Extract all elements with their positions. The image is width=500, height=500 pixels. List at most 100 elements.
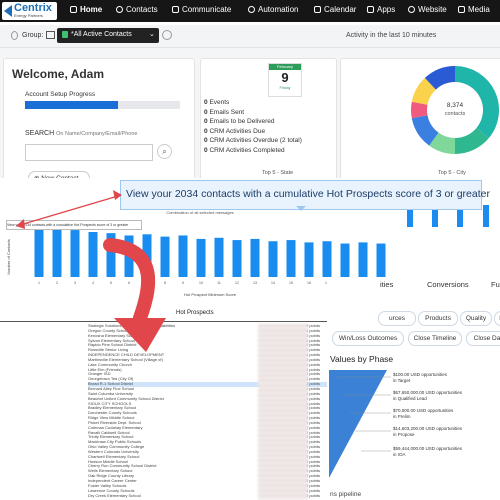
phase-label[interactable]: $14,603,200.00 USD opportunities in Propo… — [393, 426, 462, 437]
calendar-widget: February 9 Friday — [268, 63, 302, 97]
x-tick-label: 4 — [92, 281, 94, 285]
nav-apps[interactable]: Apps — [367, 5, 395, 14]
bar[interactable] — [322, 241, 332, 277]
donut-segment[interactable] — [429, 132, 456, 154]
stat-row[interactable]: 0 CRM Activities Overdue (2 total) — [204, 136, 302, 146]
nav-automation[interactable]: Automation — [248, 5, 298, 14]
globe-icon — [408, 6, 415, 13]
x-tick-label: 12 — [235, 281, 239, 285]
bar[interactable] — [196, 238, 206, 277]
stat-row[interactable]: 0 CRM Activities Completed — [204, 146, 302, 156]
x-axis-label: Hot Prospect Minimum Score — [184, 292, 237, 297]
phase-name: in Propose — [393, 431, 415, 437]
filter-l[interactable]: L — [494, 311, 500, 326]
x-tick-label: 1 — [38, 281, 40, 285]
bar[interactable] — [376, 243, 386, 277]
phase-label[interactable]: $67,650,000.00 USD opportunities in Quali… — [393, 390, 462, 401]
filter-quality[interactable]: Quality — [460, 311, 492, 326]
search-input[interactable] — [25, 144, 153, 161]
nav-calendar-label: Calendar — [324, 5, 357, 14]
bar[interactable] — [214, 237, 224, 277]
donut-segment[interactable] — [454, 127, 489, 154]
donut-count: 8,374 — [447, 102, 464, 109]
nav-media[interactable]: Media — [458, 5, 490, 14]
stat-count: 0 — [204, 99, 208, 106]
group-color-icon — [62, 31, 68, 38]
nav-calendar[interactable]: Calendar — [314, 5, 356, 14]
chevron-down-icon: ⌄ — [149, 31, 155, 38]
activity-text: Activity in the last 10 minutes — [346, 32, 437, 39]
phase-label[interactable]: $100.00 USD opportunities in Target — [393, 372, 447, 383]
bar[interactable] — [232, 240, 242, 277]
bar[interactable] — [160, 236, 170, 277]
filter-products[interactable]: Products — [418, 311, 458, 326]
group-select-value: *All Active Contacts — [71, 31, 132, 38]
logo[interactable]: Centrix Energy Partners — [2, 2, 57, 20]
redacted-column — [258, 324, 308, 500]
nav-media-label: Media — [468, 5, 490, 14]
tab-top5-state[interactable]: Top 5 - State — [262, 170, 293, 176]
gear-icon[interactable] — [162, 30, 172, 40]
bar[interactable] — [268, 241, 278, 277]
search-label: SEARCH On Name/Company/Email/Phone — [25, 130, 137, 137]
bar[interactable] — [286, 240, 296, 277]
nav-website[interactable]: Website — [408, 5, 447, 14]
bar[interactable] — [106, 233, 116, 277]
calendar-weekday: Friday — [279, 85, 291, 90]
phase-label[interactable]: $59,444,000.00 USD opportunities in IOA — [393, 446, 462, 457]
stat-count: 0 — [204, 137, 208, 144]
hot-prospects-report: Hot Prospects Strategic Solutions for De… — [0, 305, 328, 500]
close-date-button[interactable]: Close Da — [466, 331, 500, 346]
bar[interactable] — [88, 232, 98, 277]
phase-title: Values by Phase — [330, 354, 394, 364]
stat-row[interactable]: 0 Emails to be Delivered — [204, 117, 302, 127]
bar[interactable] — [358, 242, 368, 277]
x-tick-label: 10 — [199, 281, 203, 285]
donut-segment[interactable] — [424, 66, 456, 90]
bar[interactable] — [304, 242, 314, 277]
stat-label: Events — [209, 99, 230, 106]
setup-progress-fill — [25, 101, 118, 109]
search-icon[interactable]: ⌕ — [157, 144, 172, 159]
stat-row[interactable]: 0 Events — [204, 98, 302, 108]
donut-segments — [411, 66, 499, 154]
tab-funnel[interactable]: Fu — [491, 280, 500, 289]
nav-home-label: Home — [80, 5, 103, 14]
brand-subtitle: Energy Partners — [14, 13, 43, 18]
phase-amount: $70,000.00 USD opportunities — [393, 408, 454, 413]
tab-activities[interactable]: ities — [380, 280, 393, 289]
contacts-donut-chart[interactable]: 8,374 contacts — [400, 62, 500, 158]
media-icon — [458, 6, 465, 13]
chart-title: Combination of all selected messages — [166, 210, 233, 215]
win-loss-outcomes-button[interactable]: Win/Loss Outcomes — [332, 331, 404, 346]
filter-sources[interactable]: urces — [378, 311, 416, 326]
stat-row[interactable]: 0 CRM Activities Due — [204, 127, 302, 137]
donut-segment[interactable] — [411, 101, 428, 119]
donut-segment[interactable] — [411, 114, 439, 146]
stat-row[interactable]: 0 Emails Sent — [204, 108, 302, 118]
group-icon — [46, 31, 55, 39]
bar[interactable] — [142, 234, 152, 277]
tab-conversions[interactable]: Conversions — [427, 280, 469, 289]
bar[interactable] — [70, 230, 80, 277]
tab-top5-city[interactable]: Top 5 - City — [438, 170, 466, 176]
send-icon — [172, 6, 179, 13]
bar[interactable] — [250, 238, 260, 277]
phase-amount: $59,444,000.00 USD opportunities — [393, 446, 463, 451]
bar[interactable] — [124, 235, 134, 277]
group-select[interactable]: *All Active Contacts ⌄ — [57, 28, 159, 43]
donut-segment[interactable] — [411, 77, 437, 106]
bar[interactable] — [340, 243, 350, 277]
nav-contacts[interactable]: Contacts — [116, 5, 158, 14]
x-tick-label: 13 — [253, 281, 257, 285]
nav-communicate[interactable]: Communicate — [172, 5, 231, 14]
x-tick-label: 9 — [182, 281, 184, 285]
bar[interactable] — [178, 235, 188, 277]
phase-label[interactable]: $70,000.00 USD opportunities in Prelim — [393, 408, 453, 419]
nav-home[interactable]: Home — [70, 5, 102, 14]
close-timeline-button[interactable]: Close Timeline — [408, 331, 462, 346]
bar[interactable] — [52, 226, 62, 277]
stat-count: 0 — [204, 108, 208, 116]
nav-apps-label: Apps — [377, 5, 396, 14]
stats-list: 0 Events 0 Emails Sent 0 Emails to be De… — [204, 98, 302, 155]
